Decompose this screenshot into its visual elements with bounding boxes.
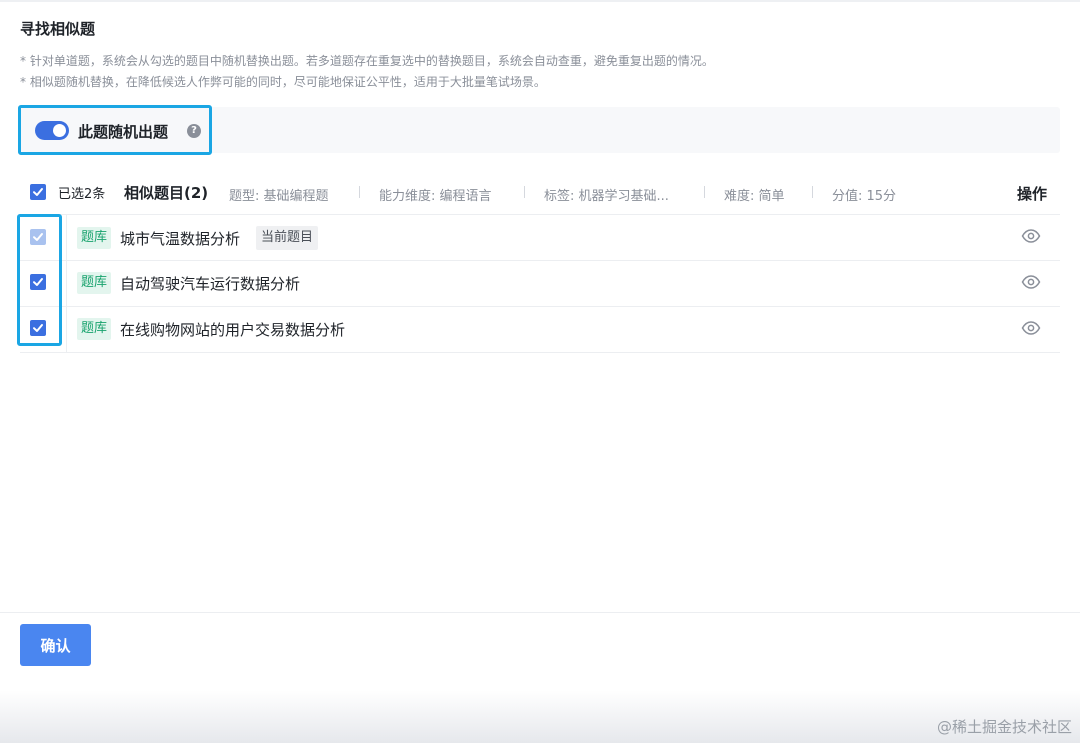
meta-separator <box>359 186 360 198</box>
meta-separator <box>524 186 525 198</box>
eye-icon[interactable] <box>1021 228 1041 244</box>
confirm-button[interactable]: 确认 <box>20 624 91 666</box>
meta-separator <box>812 186 813 198</box>
row-divider <box>66 261 67 307</box>
ability-dimension: 能力维度: 编程语言 <box>379 189 492 204</box>
score: 分值: 15分 <box>832 189 897 204</box>
row-divider <box>66 307 67 353</box>
source-tag: 题库 <box>77 318 112 340</box>
hint-line-2: * 相似题随机替换，在降低候选人作弊可能的同时，尽可能地保证公平性，适用于大批量… <box>20 75 546 89</box>
eye-icon[interactable] <box>1021 274 1041 290</box>
source-tag: 题库 <box>77 227 112 249</box>
eye-icon[interactable] <box>1021 320 1041 336</box>
question-title: 城市气温数据分析 <box>120 230 241 248</box>
selected-count: 已选2条 <box>58 187 106 202</box>
footer-divider <box>0 612 1080 613</box>
difficulty: 难度: 简单 <box>724 189 785 204</box>
bottom-shadow <box>0 690 1080 743</box>
meta-separator <box>704 186 705 198</box>
row-divider <box>66 215 67 261</box>
checkbox-highlight-frame <box>17 214 62 346</box>
source-tag: 题库 <box>77 272 112 294</box>
watermark: @稀土掘金技术社区 <box>936 718 1072 736</box>
question-title: 自动驾驶汽车运行数据分析 <box>120 275 301 293</box>
check-icon <box>33 188 43 196</box>
operations-header: 操作 <box>1017 185 1048 203</box>
similar-question-dialog: 寻找相似题 * 针对单道题，系统会从勾选的题目中随机替换出题。若多道题存在重复选… <box>0 0 1080 743</box>
question-type: 题型: 基础编程题 <box>229 189 329 204</box>
toggle-highlight-frame <box>18 105 212 155</box>
hint-line-1: * 针对单道题，系统会从勾选的题目中随机替换出题。若多道题存在重复选中的替换题目… <box>20 54 714 68</box>
similar-questions-title: 相似题目(2) <box>124 184 209 202</box>
top-border <box>0 0 1080 2</box>
question-title: 在线购物网站的用户交易数据分析 <box>120 321 346 339</box>
question-tags: 标签: 机器学习基础... <box>544 189 669 204</box>
select-all-checkbox[interactable] <box>30 184 46 200</box>
dialog-title: 寻找相似题 <box>20 20 96 38</box>
current-question-badge: 当前题目 <box>256 226 319 250</box>
